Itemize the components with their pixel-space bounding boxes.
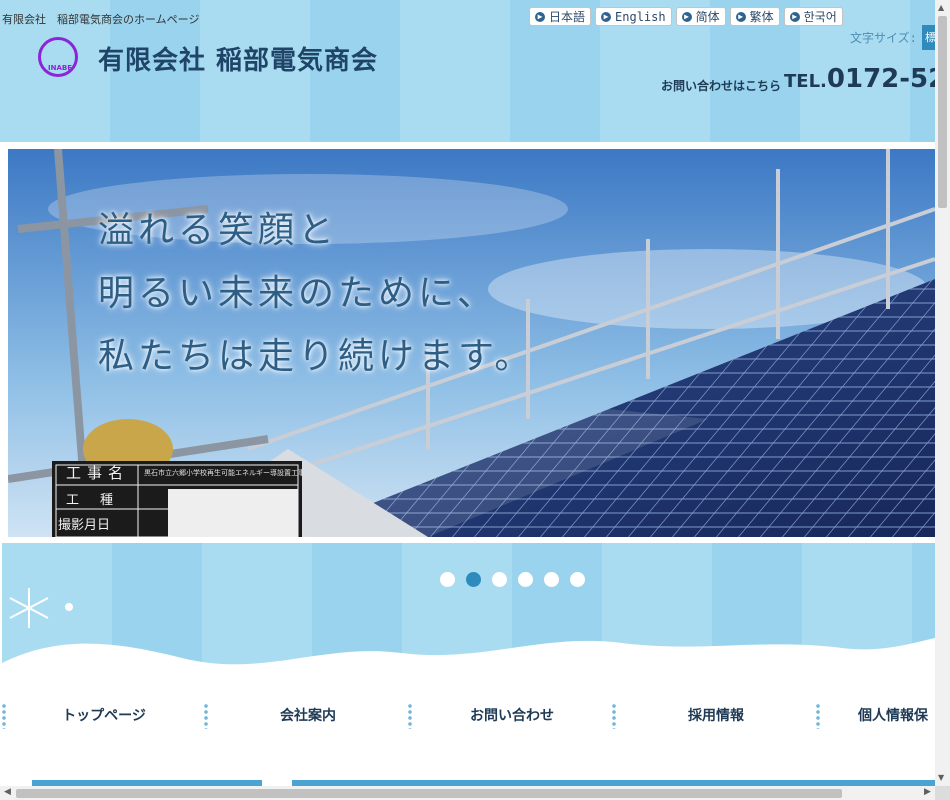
language-label: 繁体 (749, 10, 774, 24)
arrow-circle-icon: ▶ (681, 11, 692, 22)
language-button-english[interactable]: ▶ English (595, 7, 672, 26)
main-navigation: トップページ 会社案内 お問い合わせ 採用情報 個人情報保 (2, 701, 935, 731)
language-button-japanese[interactable]: ▶ 日本語 (529, 7, 592, 26)
language-label: 한국어 (803, 10, 837, 24)
language-label: 日本語 (549, 10, 586, 24)
language-button-korean[interactable]: ▶ 한국어 (783, 7, 843, 26)
font-size-label: 文字サイズ: (850, 31, 917, 45)
vertical-scrollbar[interactable]: ▲ ▼ (935, 0, 950, 786)
language-button-simplified-chinese[interactable]: ▶ 简体 (675, 7, 726, 26)
nav-item-privacy[interactable]: 個人情報保 (820, 701, 935, 731)
hero-slider-image[interactable]: 溢れる笑顔と 明るい未来のために、 私たちは走り続けます。 工事名 黒石市立六郷… (8, 149, 935, 537)
site-tagline: 有限会社 稲部電気商会のホームページ (2, 13, 200, 26)
navigation-band: トップページ 会社案内 お問い合わせ 採用情報 個人情報保 (2, 543, 935, 786)
hero-headline-line-3: 私たちは走り続けます。 (98, 336, 535, 377)
slider-pagination (440, 572, 585, 587)
slider-dot[interactable] (544, 572, 559, 587)
font-size-standard-button[interactable]: 標 (922, 25, 935, 50)
sign-detail: 黒石市立六郷小学校再生可能エネルギー導設置工事 (144, 469, 305, 477)
hero-headline-line-1: 溢れる笑顔と (98, 210, 339, 251)
horizontal-scrollbar[interactable]: ◀ ▶ (0, 786, 935, 800)
tel-number: 0172-52 (826, 64, 935, 94)
nav-item-contact[interactable]: お問い合わせ (412, 701, 612, 731)
language-button-traditional-chinese[interactable]: ▶ 繁体 (729, 7, 780, 26)
scroll-left-arrow-icon[interactable]: ◀ (4, 787, 11, 797)
scroll-right-arrow-icon[interactable]: ▶ (924, 787, 931, 797)
scroll-up-arrow-icon[interactable]: ▲ (938, 3, 944, 12)
arrow-circle-icon: ▶ (735, 11, 746, 22)
sign-title: 工事名 (66, 464, 130, 482)
phone-number[interactable]: TEL.0172-52 (784, 64, 935, 94)
slider-dot[interactable] (518, 572, 533, 587)
nav-item-top-page[interactable]: トップページ (4, 701, 204, 731)
page: 有限会社 稲部電気商会のホームページ INABE 有限会社 稲部電気商会 ▶ 日… (0, 0, 935, 786)
nav-item-recruit[interactable]: 採用情報 (616, 701, 816, 731)
slider-dot[interactable] (440, 572, 455, 587)
arrow-circle-icon: ▶ (535, 11, 545, 22)
logo-text: INABE (48, 64, 72, 72)
hero-headline-line-2: 明るい未来のために、 (98, 273, 497, 314)
arrow-circle-icon: ▶ (789, 11, 800, 22)
horizontal-scroll-thumb[interactable] (16, 789, 842, 798)
snowflake-icon (9, 588, 73, 628)
language-bar: ▶ 日本語 ▶ English ▶ 简体 ▶ 繁体 ▶ 한국어 (529, 7, 843, 26)
tel-prefix: TEL. (784, 71, 827, 92)
slider-dot[interactable] (570, 572, 585, 587)
language-label: 简体 (695, 10, 720, 24)
nav-item-company[interactable]: 会社案内 (208, 701, 408, 731)
language-label: English (615, 9, 666, 24)
arrow-circle-icon: ▶ (601, 11, 612, 22)
scroll-down-arrow-icon[interactable]: ▼ (938, 773, 944, 782)
sign-row-type: 工 種 (66, 493, 118, 508)
header: 有限会社 稲部電気商会のホームページ INABE 有限会社 稲部電気商会 ▶ 日… (0, 0, 935, 142)
company-logo[interactable]: INABE (38, 37, 78, 77)
vertical-scroll-thumb[interactable] (938, 16, 947, 208)
sign-row-date: 撮影月日 (58, 518, 111, 533)
scrollbar-corner (935, 786, 950, 800)
company-name[interactable]: 有限会社 稲部電気商会 (98, 40, 378, 77)
slider-dot[interactable] (492, 572, 507, 587)
contact-label: お問い合わせはこちら (661, 79, 782, 93)
slider-dot-active[interactable] (466, 572, 481, 587)
